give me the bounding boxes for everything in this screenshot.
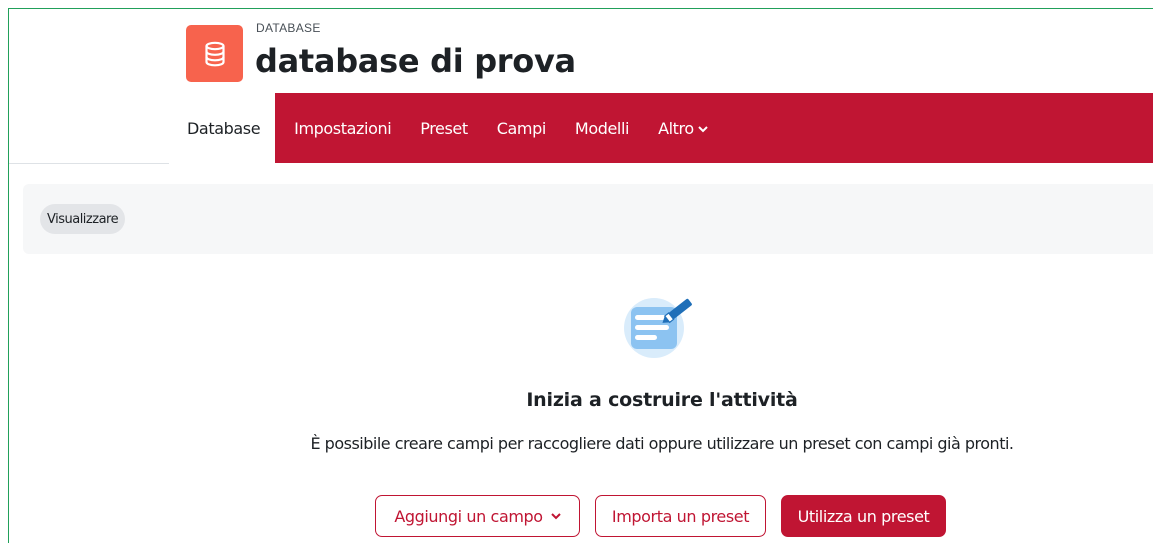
empty-state-actions: Aggiungi un campo Importa un preset Util… bbox=[375, 495, 946, 537]
tab-impostazioni[interactable]: Impostazioni bbox=[279, 93, 405, 163]
add-field-button[interactable]: Aggiungi un campo bbox=[375, 495, 580, 537]
note-pencil-icon bbox=[617, 290, 697, 365]
empty-state-title: Inizia a costruire l'attività bbox=[526, 389, 798, 411]
chevron-down-icon bbox=[550, 512, 561, 520]
tab-label: Database bbox=[187, 118, 261, 138]
tab-database[interactable]: Database bbox=[173, 93, 276, 163]
nav-tabs-bar: Impostazioni Preset Campi Modelli Altro bbox=[275, 93, 1153, 163]
secondary-navigation: Database Impostazioni Preset Campi Model… bbox=[173, 93, 1153, 163]
empty-state-description: È possibile creare campi per raccogliere… bbox=[310, 434, 1014, 453]
tab-label: Modelli bbox=[574, 118, 630, 138]
page-title: database di prova bbox=[255, 42, 576, 80]
activity-type-label: DATABASE bbox=[256, 21, 321, 35]
use-preset-button[interactable]: Utilizza un preset bbox=[781, 495, 946, 537]
tab-label: Impostazioni bbox=[294, 118, 392, 138]
tab-modelli[interactable]: Modelli bbox=[560, 93, 643, 163]
import-preset-button[interactable]: Importa un preset bbox=[595, 495, 766, 537]
chevron-down-icon bbox=[698, 123, 708, 136]
view-mode-badge[interactable]: Visualizzare bbox=[40, 204, 126, 234]
tab-label: Campi bbox=[496, 118, 547, 138]
divider bbox=[9, 163, 169, 164]
tab-preset[interactable]: Preset bbox=[405, 93, 482, 163]
tab-campi[interactable]: Campi bbox=[482, 93, 560, 163]
tertiary-navigation: Visualizzare bbox=[23, 184, 1153, 254]
page-frame: DATABASE database di prova Database Impo… bbox=[8, 8, 1153, 543]
tab-label: Altro bbox=[658, 118, 694, 138]
tab-altro-dropdown[interactable]: Altro bbox=[643, 93, 722, 163]
button-label: Aggiungi un campo bbox=[394, 506, 543, 526]
tab-label: Preset bbox=[420, 118, 468, 138]
database-icon bbox=[186, 25, 243, 82]
